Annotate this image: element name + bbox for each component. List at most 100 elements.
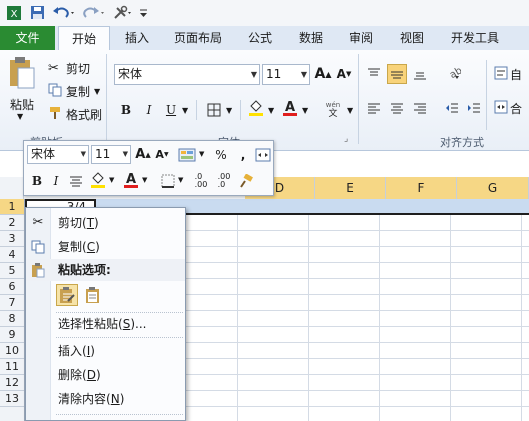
copy-dropdown-icon[interactable]: ▼: [94, 87, 100, 96]
increase-decimal-button[interactable]: .0 .00: [190, 171, 212, 190]
tab-data[interactable]: 数据: [291, 26, 331, 50]
mini-font-color-icon[interactable]: A: [121, 170, 141, 190]
percent-button[interactable]: %: [211, 145, 231, 164]
mini-font-size-box[interactable]: 11 ▼: [91, 145, 131, 164]
tab-formulas[interactable]: 公式: [240, 26, 280, 50]
tab-developer[interactable]: 开发工具: [444, 26, 506, 50]
row-header[interactable]: 8: [0, 311, 24, 327]
align-right-icon[interactable]: [410, 98, 430, 118]
font-size-box[interactable]: 11 ▼: [262, 64, 310, 85]
row-header[interactable]: 2: [0, 215, 24, 231]
redo-icon[interactable]: [80, 3, 108, 22]
row-header[interactable]: 3: [0, 231, 24, 247]
menu-item-label: 选择性粘贴: [58, 317, 119, 331]
font-dialog-launcher-icon[interactable]: ⌟: [344, 134, 348, 144]
tab-home[interactable]: 开始: [58, 26, 110, 51]
mini-borders-dropdown-icon[interactable]: ▼: [178, 176, 183, 184]
row-header[interactable]: 4: [0, 247, 24, 263]
column-header[interactable]: G: [457, 177, 529, 199]
phonetic-icon[interactable]: wén 文: [320, 98, 346, 118]
mini-fill-color-icon[interactable]: [88, 170, 108, 190]
row-header[interactable]: 10: [0, 343, 24, 359]
paste-button[interactable]: [6, 56, 40, 96]
row-header[interactable]: 5: [0, 263, 24, 279]
tab-view[interactable]: 视图: [392, 26, 432, 50]
align-top-icon[interactable]: [364, 64, 384, 84]
underline-dropdown-icon[interactable]: ▼: [182, 106, 188, 115]
select-all-corner[interactable]: [0, 177, 24, 199]
align-bottom-icon[interactable]: [410, 64, 430, 84]
grow-font-icon[interactable]: A ▲: [134, 145, 152, 164]
increase-indent-icon[interactable]: [464, 98, 484, 118]
italic-button[interactable]: I: [139, 100, 159, 120]
borders-dropdown-icon[interactable]: ▼: [226, 106, 232, 115]
bold-button[interactable]: B: [116, 100, 136, 120]
underline-button[interactable]: U: [161, 100, 181, 120]
wrap-text-button[interactable]: 自: [494, 66, 522, 83]
paste-option-default-icon[interactable]: [56, 284, 78, 306]
mini-font-color-dropdown-icon[interactable]: ▼: [142, 176, 147, 184]
column-header[interactable]: E: [315, 177, 386, 199]
phonetic-dropdown-icon[interactable]: ▼: [347, 106, 353, 115]
mini-italic-button[interactable]: I: [46, 171, 66, 190]
font-name-box[interactable]: 宋体 ▼: [114, 64, 260, 85]
row-header[interactable]: 1: [0, 199, 24, 215]
save-icon[interactable]: [27, 3, 47, 22]
tools-icon[interactable]: [110, 3, 136, 22]
paste-option-values-icon[interactable]: [82, 284, 104, 306]
mini-format-painter-icon[interactable]: [236, 171, 256, 190]
mini-font-name-box[interactable]: 宋体 ▼: [27, 145, 89, 164]
mini-fill-dropdown-icon[interactable]: ▼: [109, 176, 114, 184]
tab-file[interactable]: 文件: [0, 26, 55, 50]
menu-item-clear-contents[interactable]: 清除内容(N): [26, 388, 185, 410]
menu-item-hotkey: N: [110, 392, 120, 406]
undo-icon[interactable]: [50, 3, 78, 22]
format-painter-button[interactable]: 格式刷: [48, 105, 102, 123]
tab-insert[interactable]: 插入: [117, 26, 157, 50]
paste-dropdown-icon[interactable]: ▼: [17, 112, 23, 121]
row-header[interactable]: 9: [0, 327, 24, 343]
paste-label[interactable]: 粘贴: [10, 96, 34, 113]
mini-bold-button[interactable]: B: [27, 171, 47, 190]
column-header[interactable]: F: [386, 177, 457, 199]
menu-item-delete[interactable]: 删除(D): [26, 364, 185, 386]
row-header[interactable]: 12: [0, 375, 24, 391]
mini-borders-icon[interactable]: [158, 171, 178, 190]
orientation-icon[interactable]: ab: [442, 64, 462, 84]
row-header[interactable]: 13: [0, 391, 24, 407]
row-header[interactable]: 6: [0, 279, 24, 295]
row-header[interactable]: 7: [0, 295, 24, 311]
menu-item-cut[interactable]: ✂ 剪切(T): [26, 212, 185, 234]
align-center-icon[interactable]: [387, 98, 407, 118]
shrink-font-icon[interactable]: A ▼: [334, 64, 354, 84]
mini-align-center-icon[interactable]: [66, 171, 86, 190]
cell-styles-icon[interactable]: [176, 145, 198, 164]
menu-item-label: 删除: [58, 368, 83, 382]
align-middle-icon[interactable]: [387, 64, 407, 84]
fill-color-icon[interactable]: [246, 98, 266, 118]
align-left-icon[interactable]: [364, 98, 384, 118]
row-header[interactable]: 11: [0, 359, 24, 375]
shrink-font-icon[interactable]: A ▼: [153, 145, 171, 164]
comma-button[interactable]: ,: [233, 145, 253, 164]
excel-logo-icon[interactable]: X: [3, 3, 25, 22]
cut-button[interactable]: ✂ 剪切: [48, 59, 90, 77]
font-color-icon[interactable]: A: [280, 98, 300, 118]
decrease-decimal-button[interactable]: .00 .0: [213, 171, 235, 190]
tab-page-layout[interactable]: 页面布局: [168, 26, 228, 50]
styles-dropdown-icon[interactable]: ▼: [199, 150, 204, 158]
fill-dropdown-icon[interactable]: ▼: [268, 106, 274, 115]
grow-font-icon[interactable]: A ▲: [313, 64, 333, 84]
font-color-dropdown-icon[interactable]: ▼: [302, 106, 308, 115]
merge-center-icon[interactable]: [253, 145, 273, 164]
tab-review[interactable]: 审阅: [341, 26, 381, 50]
menu-item-copy[interactable]: 复制(C): [26, 236, 185, 258]
borders-icon[interactable]: [204, 100, 224, 120]
menu-item-insert[interactable]: 插入(I): [26, 340, 185, 362]
copy-button[interactable]: 复制 ▼: [48, 82, 100, 100]
align-group-label: 对齐方式: [440, 136, 484, 149]
customize-qat-icon[interactable]: [137, 3, 149, 22]
merge-center-button[interactable]: 合: [494, 100, 522, 117]
menu-item-paste-special[interactable]: 选择性粘贴(S)...: [26, 313, 185, 335]
decrease-indent-icon[interactable]: [442, 98, 462, 118]
